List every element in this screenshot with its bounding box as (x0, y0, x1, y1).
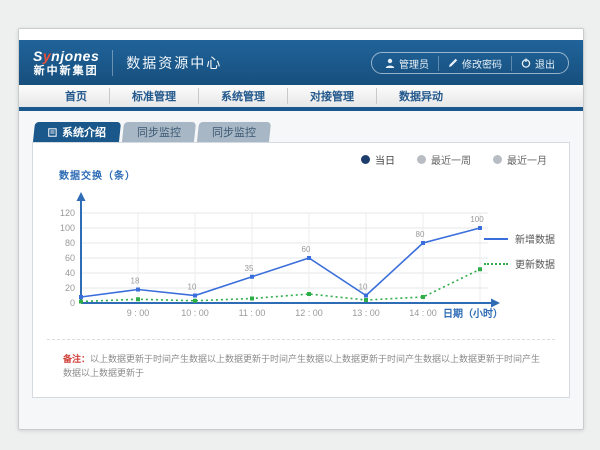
footnote-label: 备注： (63, 354, 90, 364)
solid-line-swatch-icon (484, 238, 508, 240)
footnote-text: 以上数据更新于时间产生数据以上数据更新于时间产生数据以上数据更新于时间产生数据以… (63, 354, 540, 378)
svg-text:60: 60 (302, 245, 311, 254)
change-password-button[interactable]: 修改密码 (438, 56, 511, 71)
chart-panel: 当日 最近一周 最近一月 数据交换（条） 0 20 40 60 80 100 120 9 : … (32, 142, 570, 398)
company-logo: Synjones 新中新集团 (33, 49, 99, 77)
radio-today[interactable]: 当日 (361, 152, 395, 167)
tab-label: 同步监控 (137, 124, 181, 140)
svg-text:40: 40 (65, 268, 75, 278)
user-toolbar: 管理员 修改密码 退出 (371, 52, 569, 74)
svg-text:100: 100 (470, 215, 484, 224)
radio-last-week[interactable]: 最近一周 (417, 152, 471, 167)
svg-text:13 : 00: 13 : 00 (352, 308, 380, 318)
nav-item-home[interactable]: 首页 (43, 88, 109, 104)
logo-wordmark: Synjones (33, 49, 99, 63)
tab-bar: 系统介绍 同步监控 同步监控 (34, 121, 570, 142)
main-nav: 首页 标准管理 系统管理 对接管理 数据异动 (19, 85, 583, 111)
user-label: 管理员 (399, 56, 429, 71)
svg-text:20: 20 (65, 283, 75, 293)
logout-label: 退出 (535, 56, 555, 71)
tab-label: 系统介绍 (62, 124, 106, 140)
svg-text:60: 60 (65, 253, 75, 263)
svg-text:100: 100 (60, 223, 75, 233)
svg-text:80: 80 (65, 238, 75, 248)
content-area: 系统介绍 同步监控 同步监控 当日 最近一周 (19, 111, 583, 429)
radio-last-month[interactable]: 最近一月 (493, 152, 547, 167)
tab-system-intro[interactable]: 系统介绍 (33, 122, 121, 142)
svg-text:120: 120 (60, 208, 75, 218)
svg-text:35: 35 (245, 264, 254, 273)
power-icon (521, 58, 531, 68)
radio-dot-icon (493, 155, 502, 164)
page-top-strip (19, 29, 583, 40)
svg-text:14 : 00: 14 : 00 (409, 308, 437, 318)
app-header: Synjones 新中新集团 数据资源中心 管理员 修改密码 退出 (19, 40, 583, 85)
svg-text:10: 10 (359, 283, 368, 292)
legend-new-data: 新增数据 (484, 231, 555, 246)
chart-legend: 新增数据 更新数据 (484, 231, 555, 271)
nav-item-data-change[interactable]: 数据异动 (376, 88, 465, 104)
user-icon (385, 58, 395, 68)
nav-item-docking-mgmt[interactable]: 对接管理 (287, 88, 376, 104)
legend-label: 更新数据 (515, 256, 555, 271)
page-title: 数据资源中心 (126, 53, 222, 73)
radio-label: 最近一月 (507, 152, 547, 167)
svg-text:10: 10 (188, 283, 197, 292)
svg-text:11 : 00: 11 : 00 (239, 308, 266, 318)
svg-text:日期（小时）: 日期（小时） (443, 307, 503, 320)
radio-label: 最近一周 (431, 152, 471, 167)
radio-label: 当日 (375, 152, 395, 167)
svg-text:18: 18 (131, 277, 140, 286)
logo-subtitle: 新中新集团 (33, 66, 99, 77)
radio-dot-icon (417, 155, 426, 164)
time-range-filter: 当日 最近一周 最近一月 (361, 152, 547, 167)
line-chart: 0 20 40 60 80 100 120 9 : 00 10 : 00 11 : 00 12 : … (43, 185, 513, 325)
svg-text:12 : 00: 12 : 00 (295, 308, 323, 318)
logo-bolt-icon: y (43, 48, 51, 64)
tab-sync-monitor-1[interactable]: 同步监控 (122, 122, 196, 142)
chart-y-axis-title: 数据交换（条） (59, 167, 136, 182)
radio-dot-icon (361, 155, 370, 164)
document-icon (48, 128, 57, 137)
nav-item-system-mgmt[interactable]: 系统管理 (198, 88, 287, 104)
nav-item-standard-mgmt[interactable]: 标准管理 (109, 88, 198, 104)
svg-text:10 : 00: 10 : 00 (181, 308, 209, 318)
logout-button[interactable]: 退出 (511, 56, 564, 71)
edit-icon (448, 58, 458, 68)
tab-sync-monitor-2[interactable]: 同步监控 (197, 122, 271, 142)
header-divider (112, 50, 113, 76)
legend-updated-data: 更新数据 (484, 256, 555, 271)
svg-text:0: 0 (70, 298, 75, 308)
svg-text:80: 80 (416, 230, 425, 239)
svg-text:9 : 00: 9 : 00 (127, 308, 150, 318)
note-separator (47, 339, 555, 340)
change-password-label: 修改密码 (462, 56, 502, 71)
footnote: 备注：以上数据更新于时间产生数据以上数据更新于时间产生数据以上数据更新于时间产生… (63, 353, 549, 380)
legend-label: 新增数据 (515, 231, 555, 246)
browser-page: Synjones 新中新集团 数据资源中心 管理员 修改密码 退出 首页 标准管… (18, 28, 584, 430)
current-user-button[interactable]: 管理员 (376, 56, 438, 71)
tab-label: 同步监控 (212, 124, 256, 140)
dotted-line-swatch-icon (484, 263, 508, 265)
